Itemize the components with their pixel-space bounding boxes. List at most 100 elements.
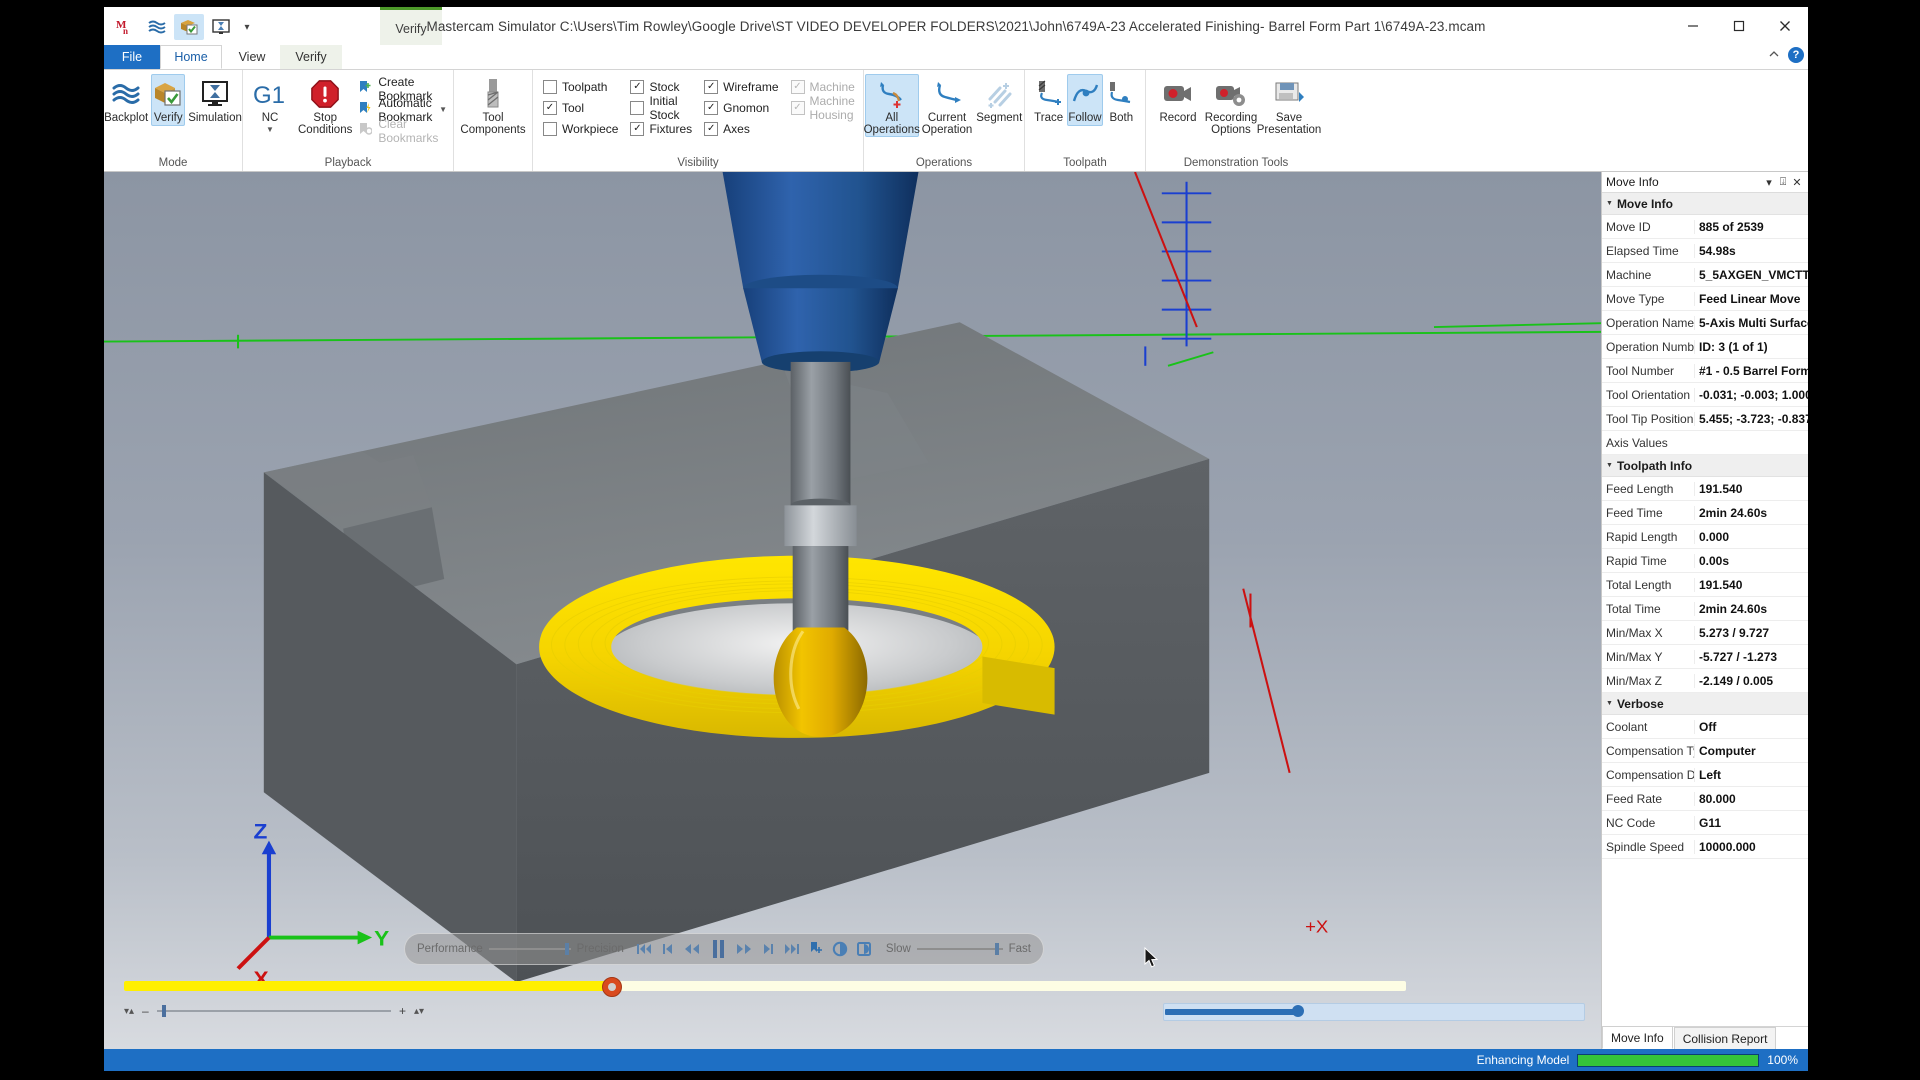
record-button[interactable]: Record [1154,74,1202,125]
backplot-button[interactable]: Backplot [103,74,149,125]
pause-button[interactable] [704,937,732,961]
clear-bookmarks-button[interactable]: Clear Bookmarks [359,117,447,145]
panel-menu-button[interactable]: ▾ [1762,176,1776,189]
playback-control-bar[interactable]: Performance Precision Slow Fast [404,933,1044,965]
checkbox-stock-box: ✓ [630,79,645,94]
tab-file[interactable]: File [104,45,160,69]
tab-collision-report[interactable]: Collision Report [1673,1027,1777,1049]
table-row: Feed Length 191.540 [1602,477,1808,501]
follow-button[interactable]: Follow [1067,74,1103,126]
status-message: Enhancing Model [1476,1053,1570,1067]
save-presentation-button[interactable]: Save Presentation [1257,74,1321,136]
backplot-icon[interactable] [142,14,172,40]
minimize-button[interactable] [1670,7,1716,45]
maximize-button[interactable] [1716,7,1762,45]
all-operations-button[interactable]: All Operations [864,74,920,137]
checkbox-machine-box: ✓ [790,79,805,94]
section-header-toolpath-info[interactable]: ▼ Toolpath Info [1602,455,1808,477]
quick-access-toolbar: Mn ▾ [110,14,256,40]
save-presentation-icon [1273,77,1305,111]
ribbon-group-demonstration-tools: Record Recording Options Save Presentati… [1146,70,1326,171]
tab-home[interactable]: Home [160,45,222,69]
checkbox-fixtures[interactable]: ✓ Fixtures [630,119,692,138]
stop-conditions-button[interactable]: Stop Conditions [297,74,353,136]
checkbox-machine-housing[interactable]: ✓ Machine Housing [790,94,858,122]
performance-precision-slider[interactable] [488,942,571,956]
automatic-bookmark-caret-icon[interactable]: ▼ [439,105,447,114]
step-mode-button[interactable] [852,937,876,961]
table-row: Tool Orientation -0.031; -0.003; 1.000 [1602,383,1808,407]
panel-close-button[interactable]: ✕ [1790,176,1804,189]
zoom-out-small-icon[interactable]: ▾▴ [124,1006,134,1017]
section-header-move-info[interactable]: ▼ Move Info [1602,193,1808,215]
checkbox-wireframe[interactable]: ✓ Wireframe [704,77,779,96]
verify-icon[interactable] [174,14,204,40]
collapse-triangle-icon: ▼ [1606,462,1613,469]
simulation-progress-slider[interactable] [124,977,1406,997]
help-icon[interactable]: ? [1788,47,1804,63]
table-row: Tool Number #1 - 0.5 Barrel Form [1602,359,1808,383]
table-row: Compensation D Left [1602,763,1808,787]
zoom-slider-row[interactable]: ▾▴ – + ▴▾ [124,1001,424,1021]
zoom-in-small-icon[interactable]: ▴▾ [414,1006,424,1017]
follow-label: Follow [1068,112,1102,124]
nc-button[interactable]: G1 NC ▼ [249,74,291,134]
verify-button[interactable]: Verify [151,74,186,126]
ribbon-group-mode: Backplot Verify Simulation Mode [104,70,243,171]
current-operation-label-2: Operation [921,123,973,136]
section-header-verbose[interactable]: ▼ Verbose [1602,693,1808,715]
skip-to-start-button[interactable] [632,937,656,961]
zoom-minus-label[interactable]: – [142,1004,149,1018]
quick-access-overflow-button[interactable]: ▾ [238,14,256,40]
pin-button[interactable]: ⍗ [1776,176,1790,189]
collapse-ribbon-icon[interactable] [1768,48,1780,63]
tool-components-button[interactable]: Tool Components [459,74,526,136]
table-row: NC Code G11 [1602,811,1808,835]
simulation-button[interactable]: Simulation [187,74,243,125]
checkbox-toolpath[interactable]: Toolpath [543,77,618,96]
checkbox-axes-label: Axes [723,121,750,136]
rewind-button[interactable] [680,937,704,961]
simulation-monitor-icon[interactable] [206,14,236,40]
trace-button[interactable]: Trace [1031,74,1066,125]
skip-to-end-button[interactable] [780,937,804,961]
close-button[interactable] [1762,7,1808,45]
checkbox-workpiece[interactable]: Workpiece [543,119,618,138]
waves-icon [111,77,141,111]
mastercam-logo-icon[interactable]: Mn [110,14,140,40]
segment-button[interactable]: Segment [975,74,1023,125]
secondary-progress-thumb[interactable] [1292,1005,1305,1017]
step-forward-button[interactable] [756,937,780,961]
play-button[interactable] [732,937,756,961]
row-key: Tool Orientation [1606,387,1691,402]
move-info-panel-header: Move Info ▾ ⍗ ✕ [1602,172,1808,193]
tab-view[interactable]: View [228,45,276,69]
current-operation-button[interactable]: Current Operation [921,74,974,136]
secondary-progress-slider[interactable] [1163,1003,1585,1021]
toggle-direction-button[interactable] [828,937,852,961]
tab-verify[interactable]: Verify [280,45,342,69]
checkbox-toolpath-box [543,79,557,94]
speed-slider[interactable] [916,942,1003,956]
row-value: Computer [1694,743,1808,758]
all-operations-icon [875,77,909,111]
checkbox-tool[interactable]: ✓ Tool [543,98,618,117]
zoom-plus-label[interactable]: + [399,1004,406,1018]
row-key: Coolant [1606,719,1648,734]
all-operations-label-1: All [885,112,899,124]
run-to-bookmark-button[interactable] [804,937,828,961]
step-back-button[interactable] [656,937,680,961]
checkbox-axes[interactable]: ✓ Axes [704,119,778,138]
checkbox-initial-stock[interactable]: Initial Stock [630,94,692,122]
simulation-viewport[interactable]: Z Y X +X Performance Precision Slow Fast… [104,172,1601,1049]
tab-move-info[interactable]: Move Info [1602,1026,1673,1049]
record-label: Record [1159,112,1197,124]
move-info-content[interactable]: ▼ Move Info Move ID 885 of 2539 Elapsed T… [1602,193,1808,1026]
ribbon-group-toolpath-title: Toolpath [1063,157,1107,169]
checkbox-stock-label: Stock [649,79,680,94]
nc-dropdown-caret-icon[interactable]: ▼ [266,125,274,134]
recording-options-button[interactable]: Recording Options [1204,74,1258,136]
checkbox-gnomon[interactable]: ✓ Gnomon [704,98,778,117]
both-button[interactable]: Both [1104,74,1139,125]
zoom-slider-track[interactable] [156,1005,391,1017]
